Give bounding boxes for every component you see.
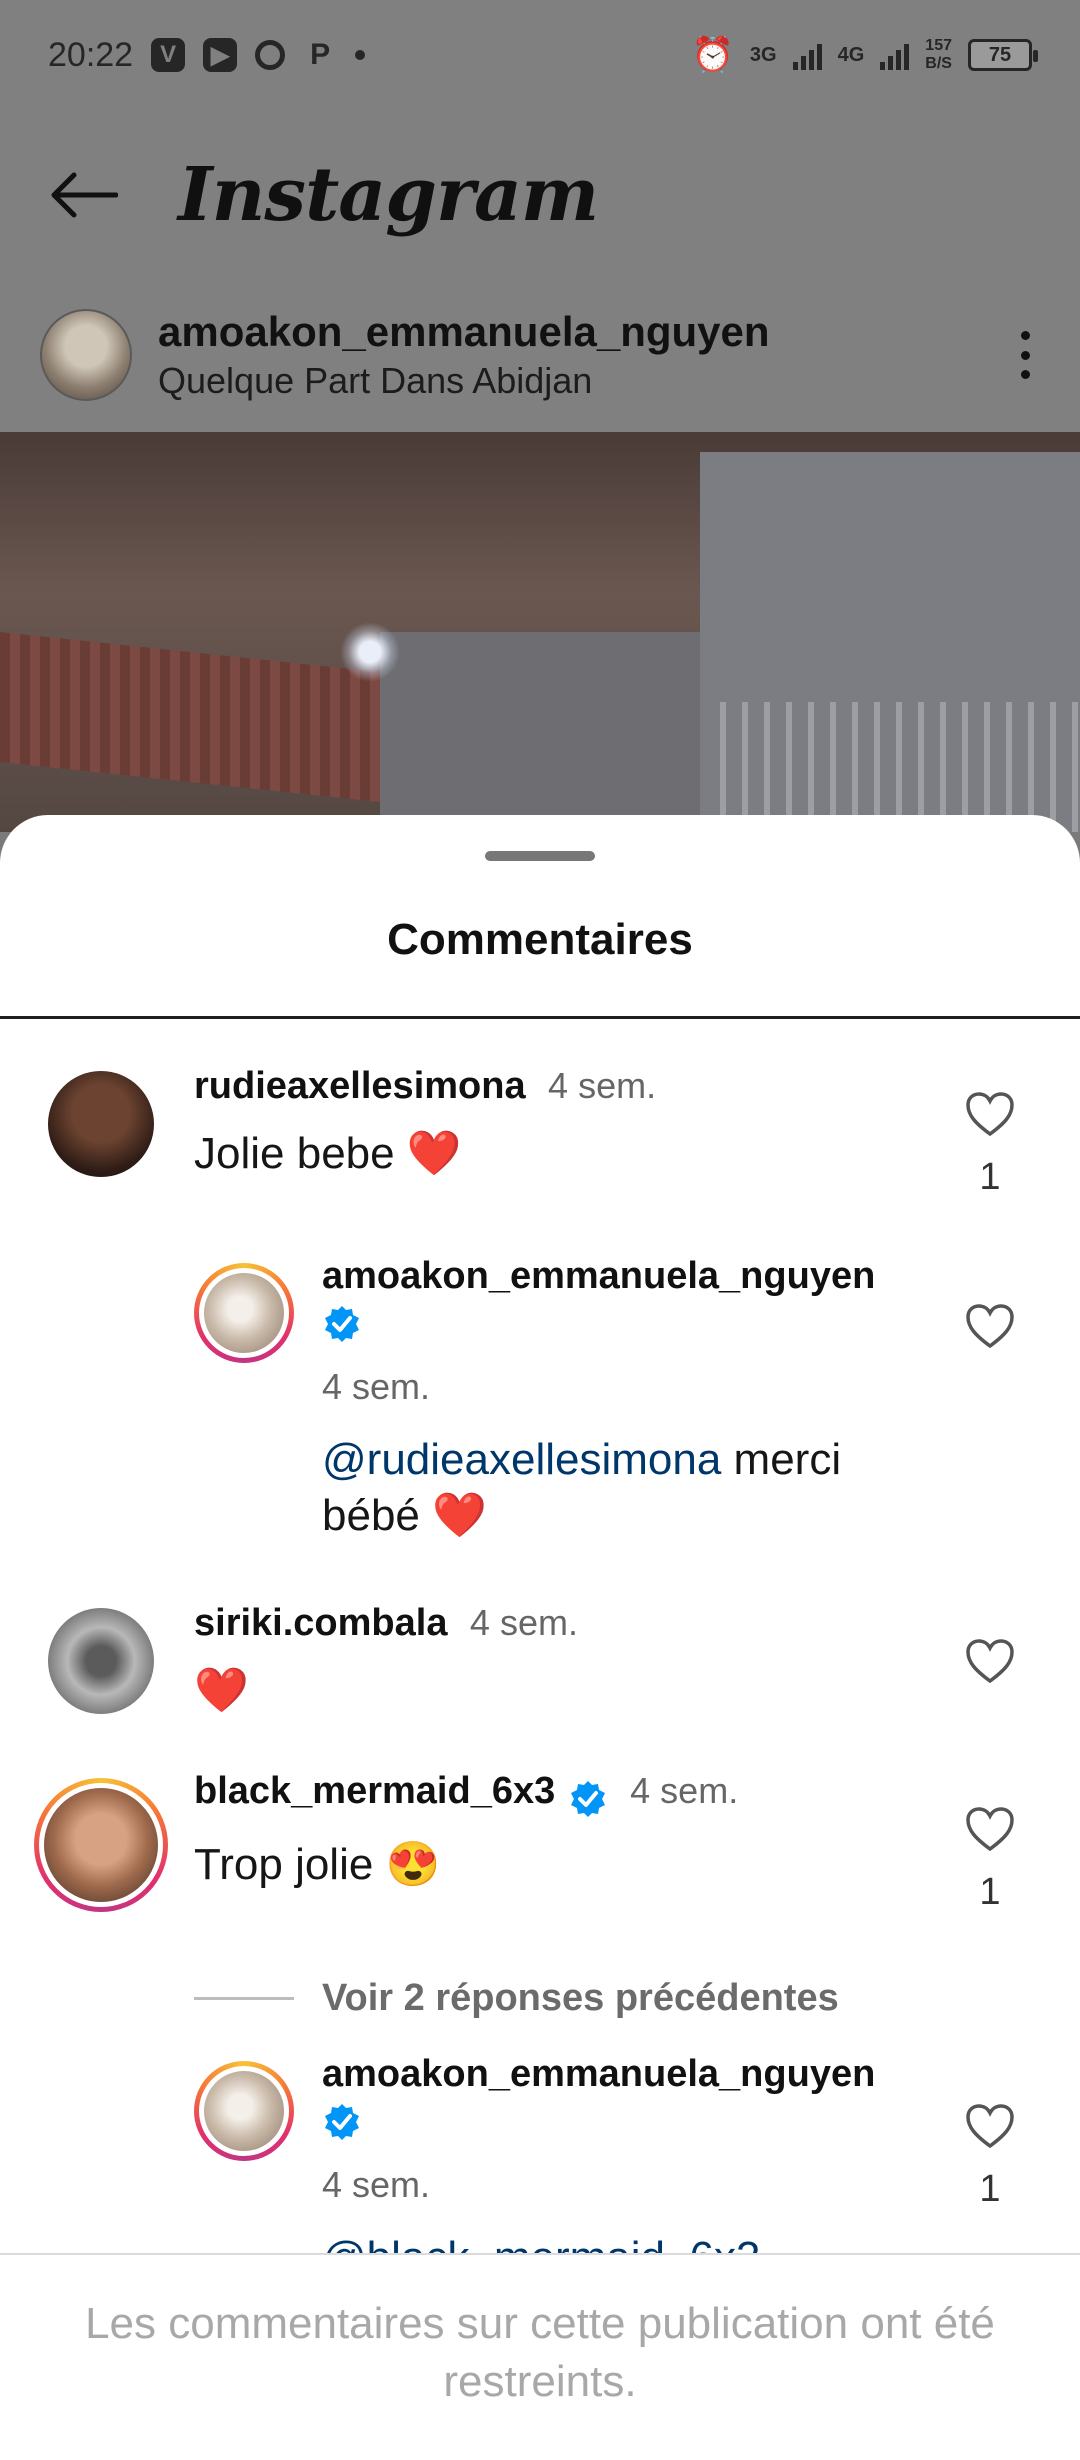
- heart-icon[interactable]: [965, 1091, 1015, 1137]
- notification-dot-icon: [355, 50, 366, 60]
- like-count: 1: [979, 2168, 1001, 2210]
- comment-time: 4 sem.: [630, 1770, 739, 1811]
- comment-like[interactable]: 1: [960, 1806, 1020, 1914]
- media-icon: ▶: [203, 38, 238, 72]
- comment-text: Jolie bebe ❤️: [194, 1129, 462, 1178]
- reply-username[interactable]: amoakon_emmanuela_nguyen: [322, 1255, 875, 1297]
- status-time: 20:22: [48, 35, 134, 74]
- network-4g-label: 4G: [837, 43, 865, 66]
- commenter-avatar[interactable]: [48, 1608, 154, 1714]
- more-options-icon[interactable]: [1010, 325, 1040, 385]
- heart-icon[interactable]: [965, 1806, 1015, 1852]
- view-replies-label[interactable]: Voir 2 réponses précédentes: [322, 1977, 839, 2020]
- comment-text: Trop jolie 😍: [194, 1839, 441, 1889]
- viber-icon: V: [151, 38, 186, 72]
- view-previous-replies[interactable]: Voir 2 réponses précédentes: [194, 1977, 839, 2020]
- post-location[interactable]: Quelque Part Dans Abidjan: [158, 360, 770, 402]
- post-image: [0, 432, 1080, 832]
- commenter-avatar[interactable]: [48, 1071, 154, 1177]
- post-author-avatar[interactable]: [40, 309, 132, 401]
- verified-badge-icon: [325, 1306, 359, 1342]
- battery-level: 75: [988, 43, 1012, 66]
- reply-like[interactable]: 1: [960, 2103, 1020, 2211]
- verified-badge-icon: [570, 1780, 605, 1817]
- restricted-notice: Les commentaires sur cette publication o…: [85, 2299, 995, 2406]
- heart-icon[interactable]: [965, 1638, 1015, 1684]
- signal-3g-icon: [792, 40, 822, 70]
- comment-time: 4 sem.: [469, 1602, 578, 1643]
- signal-4g-icon: [880, 40, 910, 70]
- data-speed-unit: B/S: [925, 55, 952, 72]
- back-arrow-icon[interactable]: [48, 170, 119, 220]
- comment-username[interactable]: siriki.combala: [194, 1602, 447, 1644]
- app-header: Instagram: [0, 120, 1080, 270]
- reply-time: 4 sem.: [322, 2164, 431, 2205]
- data-speed: 157 B/S: [925, 37, 952, 73]
- reply-time: 4 sem.: [322, 1366, 431, 1407]
- alarm-icon: ⏰: [691, 36, 734, 74]
- sheet-title: Commentaires: [387, 915, 693, 964]
- like-count: 1: [979, 1871, 1001, 1913]
- reply-author-avatar[interactable]: [194, 2061, 294, 2161]
- comment-like[interactable]: [960, 1638, 1020, 1689]
- battery-icon: 75: [968, 39, 1038, 71]
- comment-username[interactable]: rudieaxellesimona: [194, 1065, 526, 1107]
- commenter-avatar[interactable]: [34, 1778, 168, 1912]
- comments-sheet: Commentaires rudieaxellesimona 4 sem. Jo…: [0, 815, 1080, 2460]
- instagram-logo: Instagram: [178, 152, 599, 238]
- data-speed-value: 157: [925, 37, 952, 54]
- comment-like[interactable]: 1: [960, 1091, 1020, 1199]
- replies-line: [194, 1997, 294, 2000]
- heart-icon[interactable]: [965, 1303, 1015, 1349]
- post-author-username[interactable]: amoakon_emmanuela_nguyen: [158, 308, 770, 356]
- p-app-icon: P: [310, 38, 331, 71]
- comments-restricted-footer: Les commentaires sur cette publication o…: [0, 2253, 1080, 2460]
- sheet-divider: [0, 1016, 1080, 1019]
- drag-handle[interactable]: [485, 851, 595, 861]
- like-count: 1: [979, 1156, 1001, 1198]
- chrome-icon: [255, 40, 286, 70]
- comment-username[interactable]: black_mermaid_6x3: [194, 1770, 555, 1812]
- reply-text: @rudieaxellesimona merci bébé ❤️: [322, 1432, 942, 1544]
- comment-time: 4 sem.: [548, 1065, 657, 1106]
- reply-like[interactable]: [960, 1303, 1020, 1354]
- heart-icon[interactable]: [965, 2103, 1015, 2149]
- reply-author-avatar[interactable]: [194, 1263, 294, 1363]
- comment-text: ❤️: [194, 1666, 249, 1715]
- network-3g-label: 3G: [749, 43, 777, 66]
- reply-username[interactable]: amoakon_emmanuela_nguyen: [322, 2053, 875, 2095]
- verified-badge-icon: [325, 2104, 359, 2140]
- post-header: amoakon_emmanuela_nguyen Quelque Part Da…: [0, 295, 1080, 415]
- status-bar: 20:22 V ▶ P ⏰ 3G 4G 157 B/S 75: [0, 0, 1080, 110]
- reply-mention[interactable]: @rudieaxellesimona: [322, 1435, 721, 1484]
